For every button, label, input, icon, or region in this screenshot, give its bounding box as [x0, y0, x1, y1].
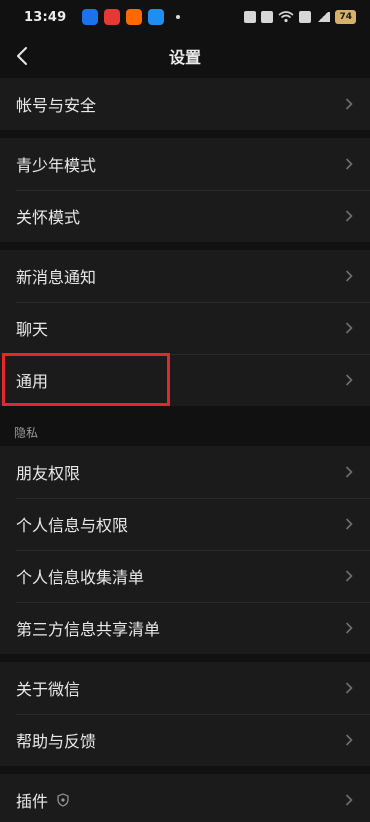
- hd-icon: [299, 11, 312, 23]
- page-title: 设置: [168, 48, 201, 67]
- settings-item-label: 插件: [16, 792, 49, 811]
- settings-item-label: 第三方信息共享清单: [16, 620, 161, 639]
- chevron-right-icon: [344, 518, 354, 530]
- settings-item-chat[interactable]: 聊天: [0, 302, 370, 354]
- bluetooth-icon: [261, 11, 274, 23]
- taobao-icon: [126, 9, 143, 25]
- app-icon: [148, 9, 165, 25]
- settings-item-label: 聊天: [16, 320, 49, 339]
- chevron-right-icon: [344, 374, 354, 386]
- top-bar: 设置: [0, 34, 370, 78]
- system-icons: 74: [244, 10, 356, 24]
- settings-item-label: 新消息通知: [16, 268, 97, 287]
- section-title-privacy: 隐私: [14, 426, 39, 440]
- settings-item-label: 关怀模式: [16, 208, 81, 227]
- settings-item-notifications[interactable]: 新消息通知: [0, 250, 370, 302]
- settings-item-label: 通用: [16, 372, 49, 391]
- wifi-icon: [278, 11, 294, 23]
- chevron-right-icon: [344, 322, 354, 334]
- settings-item-personal-info-permissions[interactable]: 个人信息与权限: [0, 498, 370, 550]
- settings-group-general: 新消息通知 聊天 通用: [0, 250, 370, 406]
- chevron-right-icon: [344, 734, 354, 746]
- chevron-right-icon: [344, 466, 354, 478]
- settings-group-plugins: 插件: [0, 774, 370, 822]
- battery-indicator: 74: [335, 10, 356, 24]
- signal-icon: [316, 12, 331, 22]
- chevron-right-icon: [344, 158, 354, 170]
- chevron-right-icon: [344, 98, 354, 110]
- settings-item-third-party-sharing[interactable]: 第三方信息共享清单: [0, 602, 370, 654]
- settings-item-label: 个人信息与权限: [16, 516, 129, 535]
- settings-item-label: 朋友权限: [16, 464, 81, 483]
- settings-item-about-wechat[interactable]: 关于微信: [0, 662, 370, 714]
- status-time: 13:49: [24, 9, 67, 25]
- shield-icon: [57, 793, 69, 807]
- settings-item-label: 帮助与反馈: [16, 732, 97, 751]
- settings-group-modes: 青少年模式 关怀模式: [0, 138, 370, 242]
- settings-item-label: 帐号与安全: [16, 96, 97, 115]
- chevron-right-icon: [344, 210, 354, 222]
- chevron-right-icon: [344, 622, 354, 634]
- more-notifications-dot: [176, 15, 181, 19]
- chevron-right-icon: [344, 270, 354, 282]
- settings-item-general[interactable]: 通用: [0, 354, 370, 406]
- notification-icons: [82, 9, 181, 25]
- alarm-icon: [244, 11, 257, 23]
- jd-icon: [104, 9, 121, 25]
- settings-item-account-security[interactable]: 帐号与安全: [0, 78, 370, 130]
- settings-group-about: 关于微信 帮助与反馈: [0, 662, 370, 766]
- settings-item-label: 个人信息收集清单: [16, 568, 145, 587]
- settings-item-friend-permissions[interactable]: 朋友权限: [0, 446, 370, 498]
- status-bar: 13:49 74: [0, 0, 370, 34]
- chevron-right-icon: [344, 794, 354, 806]
- settings-item-youth-mode[interactable]: 青少年模式: [0, 138, 370, 190]
- settings-item-plugins[interactable]: 插件: [0, 774, 370, 822]
- zhihu-icon: [82, 9, 99, 25]
- chevron-right-icon: [344, 682, 354, 694]
- settings-item-help-feedback[interactable]: 帮助与反馈: [0, 714, 370, 766]
- back-button[interactable]: [10, 44, 34, 68]
- settings-group-account: 帐号与安全: [0, 78, 370, 130]
- settings-item-label: 青少年模式: [16, 156, 97, 175]
- settings-item-personal-info-collection[interactable]: 个人信息收集清单: [0, 550, 370, 602]
- chevron-right-icon: [344, 570, 354, 582]
- settings-item-care-mode[interactable]: 关怀模式: [0, 190, 370, 242]
- settings-item-label: 关于微信: [16, 680, 81, 699]
- chevron-left-icon: [17, 47, 27, 65]
- settings-group-privacy: 朋友权限 个人信息与权限 个人信息收集清单 第三方信息共享清单: [0, 446, 370, 654]
